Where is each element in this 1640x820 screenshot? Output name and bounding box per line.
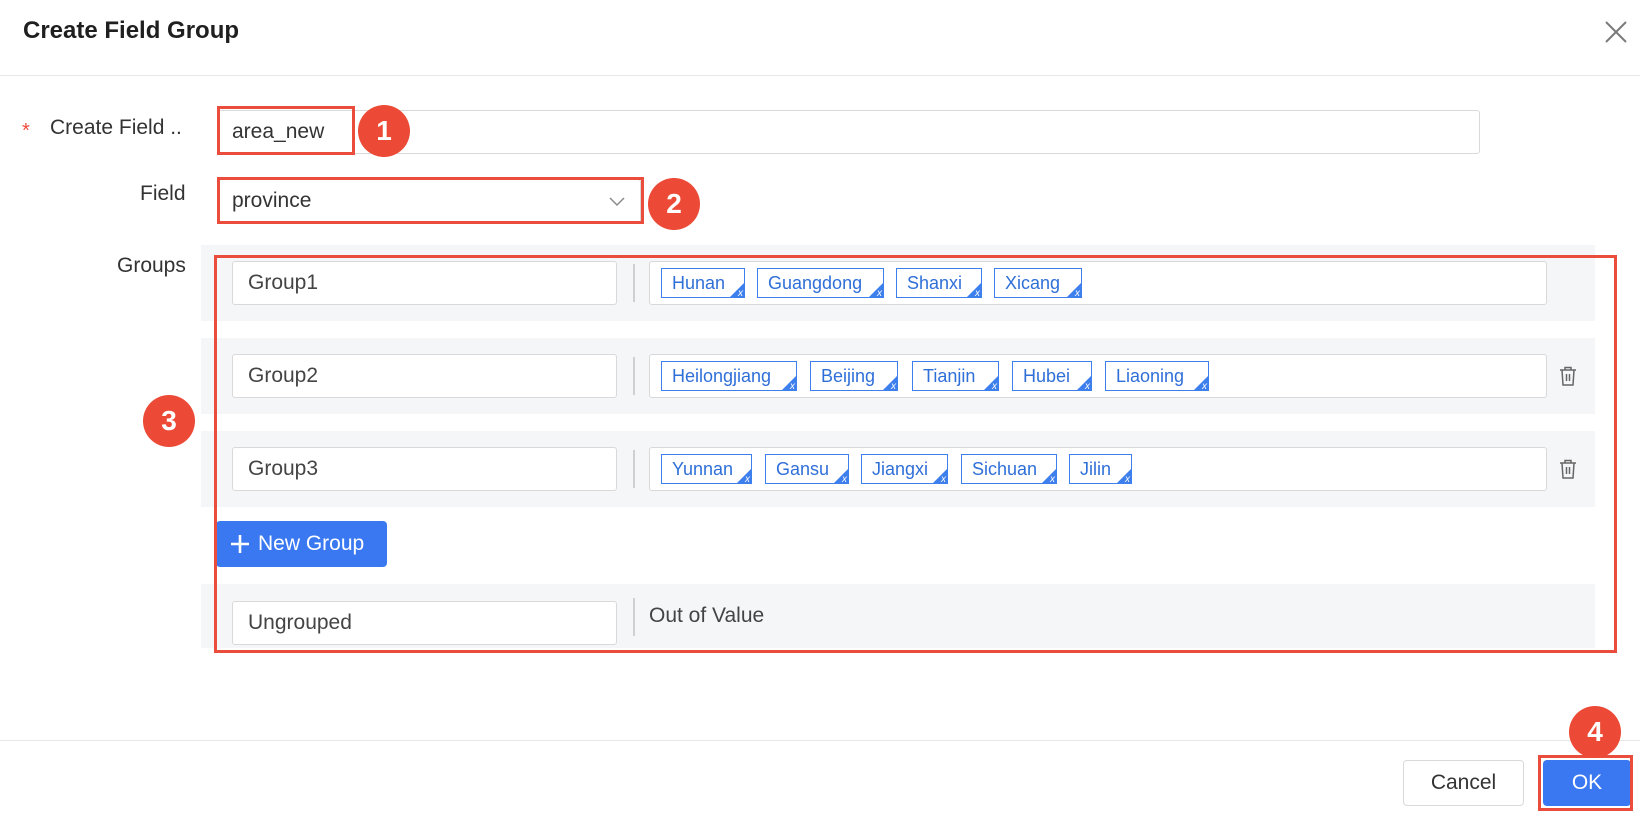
ok-button[interactable]: OK	[1543, 760, 1631, 806]
trash-icon[interactable]	[1558, 365, 1578, 387]
field-select-value: province	[232, 189, 312, 212]
group-row-2: Group2 Heilongjiang x Beijing x Tianjin x H…	[201, 338, 1595, 414]
divider	[633, 357, 635, 395]
step-badge-1: 1	[358, 105, 410, 157]
name-label: Create Field ..	[50, 116, 182, 139]
group-values-select[interactable]: Heilongjiang x Beijing x Tianjin x Hubei x L…	[649, 354, 1547, 398]
required-asterisk: *	[22, 120, 30, 142]
new-group-label: New Group	[258, 532, 365, 555]
footer-divider	[0, 740, 1640, 741]
groups-label: Groups	[117, 254, 186, 277]
group-name-input[interactable]: Group2	[232, 354, 617, 398]
step-badge-4: 4	[1569, 706, 1621, 758]
group-name-input[interactable]: Group1	[232, 261, 617, 305]
group-row-1: Group1 Hunan x Guangdong x Shanxi x Xicang x	[201, 245, 1595, 321]
plus-icon	[231, 535, 249, 553]
dialog-title: Create Field Group	[23, 17, 240, 44]
step-badge-2: 2	[648, 178, 700, 230]
chevron-down-icon	[609, 197, 625, 207]
trash-icon[interactable]	[1558, 458, 1578, 480]
dialog-header: Create Field Group	[0, 0, 1640, 76]
value-tag[interactable]: Guangdong x	[757, 268, 884, 298]
field-label: Field	[140, 182, 186, 205]
group-values-select[interactable]: Yunnan x Gansu x Jiangxi x Sichuan x Jilin x	[649, 447, 1547, 491]
new-group-button[interactable]: New Group	[216, 521, 387, 567]
step-badge-3: 3	[143, 395, 195, 447]
value-tag[interactable]: Beijing x	[810, 361, 898, 391]
close-icon[interactable]	[1602, 18, 1630, 46]
ungrouped-value-text: Out of Value	[649, 604, 765, 627]
value-tag[interactable]: Hunan x	[661, 268, 745, 298]
ungrouped-row: Ungrouped Out of Value	[201, 584, 1595, 648]
value-tag[interactable]: Liaoning x	[1105, 361, 1209, 391]
value-tag[interactable]: Tianjin x	[912, 361, 999, 391]
value-tag[interactable]: Jiangxi x	[861, 454, 948, 484]
divider	[633, 598, 635, 636]
value-tag[interactable]: Hubei x	[1012, 361, 1092, 391]
cancel-button[interactable]: Cancel	[1403, 760, 1524, 806]
value-tag[interactable]: Heilongjiang x	[661, 361, 797, 391]
value-tag[interactable]: Yunnan x	[661, 454, 752, 484]
group-values-select[interactable]: Hunan x Guangdong x Shanxi x Xicang x	[649, 261, 1547, 305]
group-row-3: Group3 Yunnan x Gansu x Jiangxi x Sichuan x …	[201, 431, 1595, 507]
field-select[interactable]: province	[218, 179, 641, 223]
divider	[633, 264, 635, 302]
group-name-input[interactable]: Group3	[232, 447, 617, 491]
value-tag[interactable]: Shanxi x	[896, 268, 982, 298]
divider	[633, 450, 635, 488]
ungrouped-name-input[interactable]: Ungrouped	[232, 601, 617, 645]
value-tag[interactable]: Jilin x	[1069, 454, 1132, 484]
value-tag[interactable]: Xicang x	[994, 268, 1082, 298]
value-tag[interactable]: Gansu x	[765, 454, 849, 484]
value-tag[interactable]: Sichuan x	[961, 454, 1057, 484]
